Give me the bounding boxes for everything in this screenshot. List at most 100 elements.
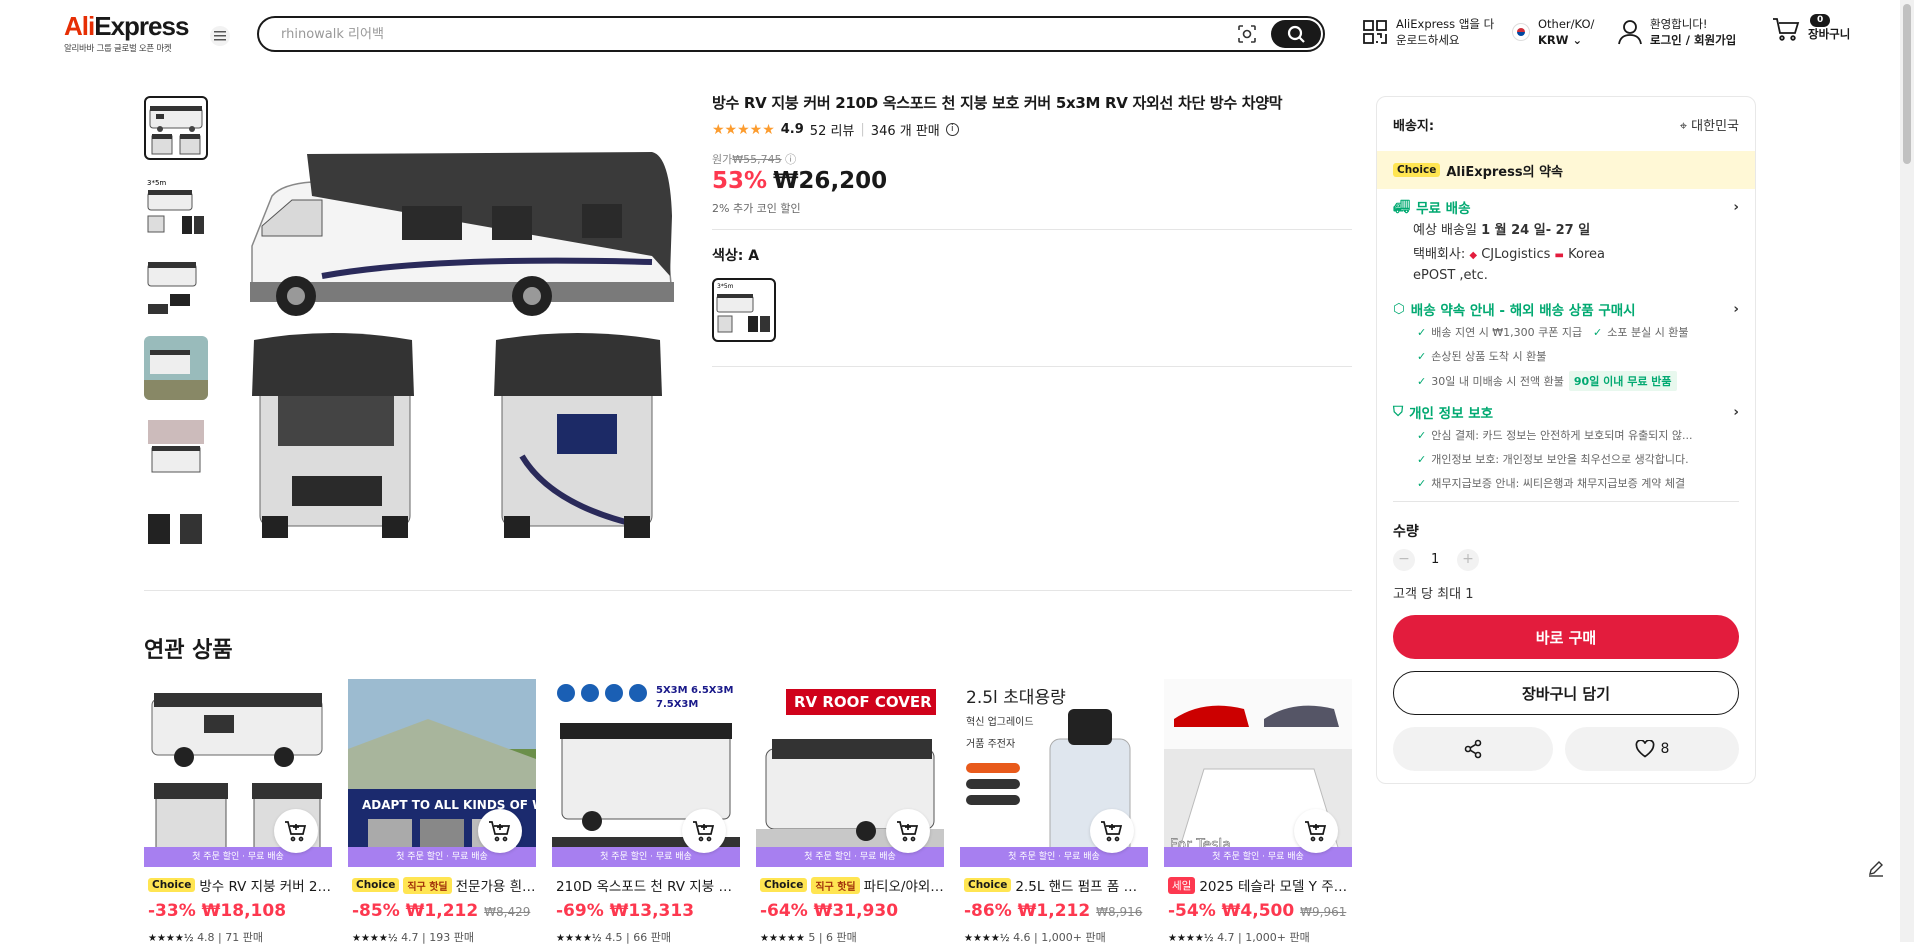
related-product-card[interactable]: For TeslaModel Y/3첫 주문 할인 · 무료 배송세일2025 … [1164, 679, 1352, 944]
add-to-cart-icon[interactable] [886, 809, 930, 853]
carrier-1: CJLogistics [1481, 247, 1551, 262]
eta-label: 예상 배송일 [1413, 223, 1477, 238]
price-info-icon[interactable]: ⓘ [785, 153, 796, 166]
ship-to-row[interactable]: 배송지: ⌖ 대한민국 [1393, 115, 1739, 134]
add-to-cart-icon[interactable] [1294, 809, 1338, 853]
search-button[interactable] [1271, 20, 1321, 48]
card-discount: -86% [964, 901, 1012, 921]
card-current-price: ₩18,108 [201, 901, 287, 921]
related-product-card[interactable]: 5X3M 6.5X3M 7.5X3M 첫 주문 할인 · 무료 배송 210D 옥스포… [552, 679, 740, 944]
cart-count-badge: 0 [1810, 14, 1831, 27]
card-rating: ★★★★★ 5 | 6 판매 [760, 931, 857, 944]
card-rating: ★★★★½ 4.7 | 1,000+ 판매 [1168, 931, 1310, 944]
card-stars-icon: ★★★★½ [148, 933, 194, 944]
color-swatch-a[interactable]: 3*5m [712, 278, 776, 342]
buy-now-button[interactable]: 바로 구매 [1393, 615, 1739, 659]
card-price: -64% ₩31,930 [760, 901, 898, 921]
quantity-decrease-button[interactable]: − [1393, 549, 1415, 571]
info-icon[interactable]: i [945, 123, 959, 136]
image-search-icon[interactable] [1235, 23, 1259, 45]
share-button[interactable] [1393, 727, 1553, 771]
card-title-text: 210D 옥스포드 천 RV 지붕 커버 [556, 879, 740, 895]
check-icon: ✓ [1417, 325, 1427, 339]
card-current-price: ₩31,930 [813, 901, 899, 921]
related-product-card[interactable]: 첫 주문 할인 · 무료 배송Choice방수 RV 지붕 커버 210D 옥스… [144, 679, 332, 944]
card-title-text: 파티오/야외 RV 지붕 커버 [863, 879, 944, 895]
divider [1393, 501, 1739, 502]
add-to-cart-icon[interactable] [274, 809, 318, 853]
related-product-card[interactable]: RV ROOF COVER 첫 주문 할인 · 무료 배송 Choice 직구 핫딜 파… [756, 679, 944, 944]
login-link: 로그인 / 회원가입 [1650, 33, 1737, 47]
thumbnail-3[interactable] [144, 256, 208, 320]
page-scrollbar[interactable] [1900, 0, 1914, 942]
aliexpress-logo[interactable]: AliExpress 알리바바 그룹 글로벌 오픈 마켓 [64, 12, 189, 54]
wishlist-button[interactable]: 8 [1565, 727, 1739, 771]
thumbnail-1[interactable] [144, 96, 208, 160]
related-product-card[interactable]: ADAPT TO ALL KINDS OF WEATHER첫 주문 할인 · 무… [348, 679, 536, 944]
card-rating-value: 4.5 [605, 931, 623, 944]
add-to-cart-button[interactable]: 장바구니 담기 [1393, 671, 1739, 715]
account-greeting: 환영합니다! [1650, 17, 1708, 31]
cart-link[interactable]: 0 장바구니 [1772, 14, 1850, 42]
search-bar [257, 16, 1325, 52]
add-to-cart-icon[interactable] [478, 809, 522, 853]
card-title[interactable]: Choice2.5L 핸드 펌프 폼 스프레이 [964, 875, 1148, 895]
chevron-right-icon: › [1733, 199, 1739, 215]
card-stars-icon: ★★★★½ [556, 933, 602, 944]
review-count[interactable]: 52 리뷰 [810, 120, 855, 139]
quantity-value[interactable]: 1 [1431, 552, 1439, 567]
quantity-label: 수량 [1393, 524, 1419, 540]
card-title-text: 2.5L 핸드 펌프 폼 스프레이 [1015, 879, 1148, 895]
app-download[interactable]: AliExpress 앱을 다 운로드하세요 [1362, 16, 1494, 48]
card-stars-icon: ★★★★½ [964, 933, 1010, 944]
account-menu[interactable]: 환영합니다! 로그인 / 회원가입 [1618, 16, 1736, 48]
card-sold: 66 판매 [633, 931, 671, 944]
card-title[interactable]: Choice직구 핫딜파티오/야외 RV 지붕 커버 [760, 875, 944, 895]
promise-item: ✓ 소포 분실 시 환불 [1593, 325, 1689, 340]
card-rating-value: 5 [808, 931, 816, 944]
card-price: -85% ₩1,212 ₩8,429 [352, 901, 530, 921]
card-discount: -85% [352, 901, 400, 921]
quantity-increase-button[interactable]: + [1457, 549, 1479, 571]
menu-icon[interactable] [210, 26, 230, 46]
locale-selector[interactable]: Other/KO/KRW ⌄ [1512, 16, 1594, 48]
price-row: 53% ₩26,200 [712, 168, 887, 194]
card-badge: Choice [760, 878, 808, 892]
card-badge: Choice [352, 878, 400, 892]
card-title[interactable]: 210D 옥스포드 천 RV 지붕 커버 [556, 875, 740, 895]
card-stars-icon: ★★★★½ [352, 933, 398, 944]
add-to-cart-icon[interactable] [682, 809, 726, 853]
app-line1: AliExpress 앱을 다 [1396, 17, 1495, 31]
shield-check-icon: ⛉ [1393, 404, 1404, 420]
free-shipping-row[interactable]: 🚚︎ 무료 배송 › [1393, 197, 1739, 217]
edit-pen-icon[interactable] [1864, 856, 1888, 880]
qr-code-icon [1363, 20, 1387, 44]
thumbnail-4[interactable] [144, 336, 208, 400]
privacy-row[interactable]: ⛉ 개인 정보 보호 › [1393, 402, 1739, 422]
privacy-title: 개인 정보 보호 [1409, 406, 1494, 422]
thumbnail-5[interactable] [144, 416, 208, 480]
delivery-promise-row[interactable]: ⬡ 배송 약속 안내 - 해외 배송 상품 구매시 › [1393, 299, 1739, 319]
check-icon: ✓ [1593, 325, 1603, 339]
card-price: -54% ₩4,500 ₩9,961 [1168, 901, 1346, 921]
card-title[interactable]: 세일 2025 테슬라 모델 Y 주니퍼 [1168, 875, 1352, 895]
thumbnail-6[interactable] [144, 496, 208, 552]
card-original-price: ₩9,961 [1300, 905, 1347, 919]
card-title-text: 전문가용 흰색 RV 씰링 테이프 [455, 879, 536, 895]
card-title[interactable]: Choice방수 RV 지붕 커버 210D 옥스포드 [148, 875, 332, 895]
eta-dates: 1 월 24 일- 27 일 [1481, 223, 1591, 238]
search-input[interactable] [281, 24, 1181, 44]
scrollbar-thumb[interactable] [1903, 4, 1911, 164]
rating-stars-icon: ★★★★★ [712, 121, 775, 138]
main-product-image[interactable] [232, 96, 680, 544]
card-current-price: ₩4,500 [1221, 901, 1295, 921]
thumbnail-2[interactable]: 3*5m [144, 176, 208, 240]
check-icon: ✓ [1417, 349, 1427, 363]
korea-flag-icon [1512, 23, 1530, 41]
carrier-logo-icon: ◆ [1469, 250, 1478, 261]
card-title[interactable]: Choice직구 핫딜전문가용 흰색 RV 씰링 테이프 [352, 875, 536, 895]
related-product-card[interactable]: 2.5l 초대용량 혁신 업그레이드 거품 주전자 첫 주문 할인 · 무료 배송 Ch… [960, 679, 1148, 944]
add-to-cart-icon[interactable] [1090, 809, 1134, 853]
card-rating: ★★★★½ 4.5 | 66 판매 [556, 931, 671, 944]
locale-line1: Other/KO/ [1538, 17, 1595, 31]
